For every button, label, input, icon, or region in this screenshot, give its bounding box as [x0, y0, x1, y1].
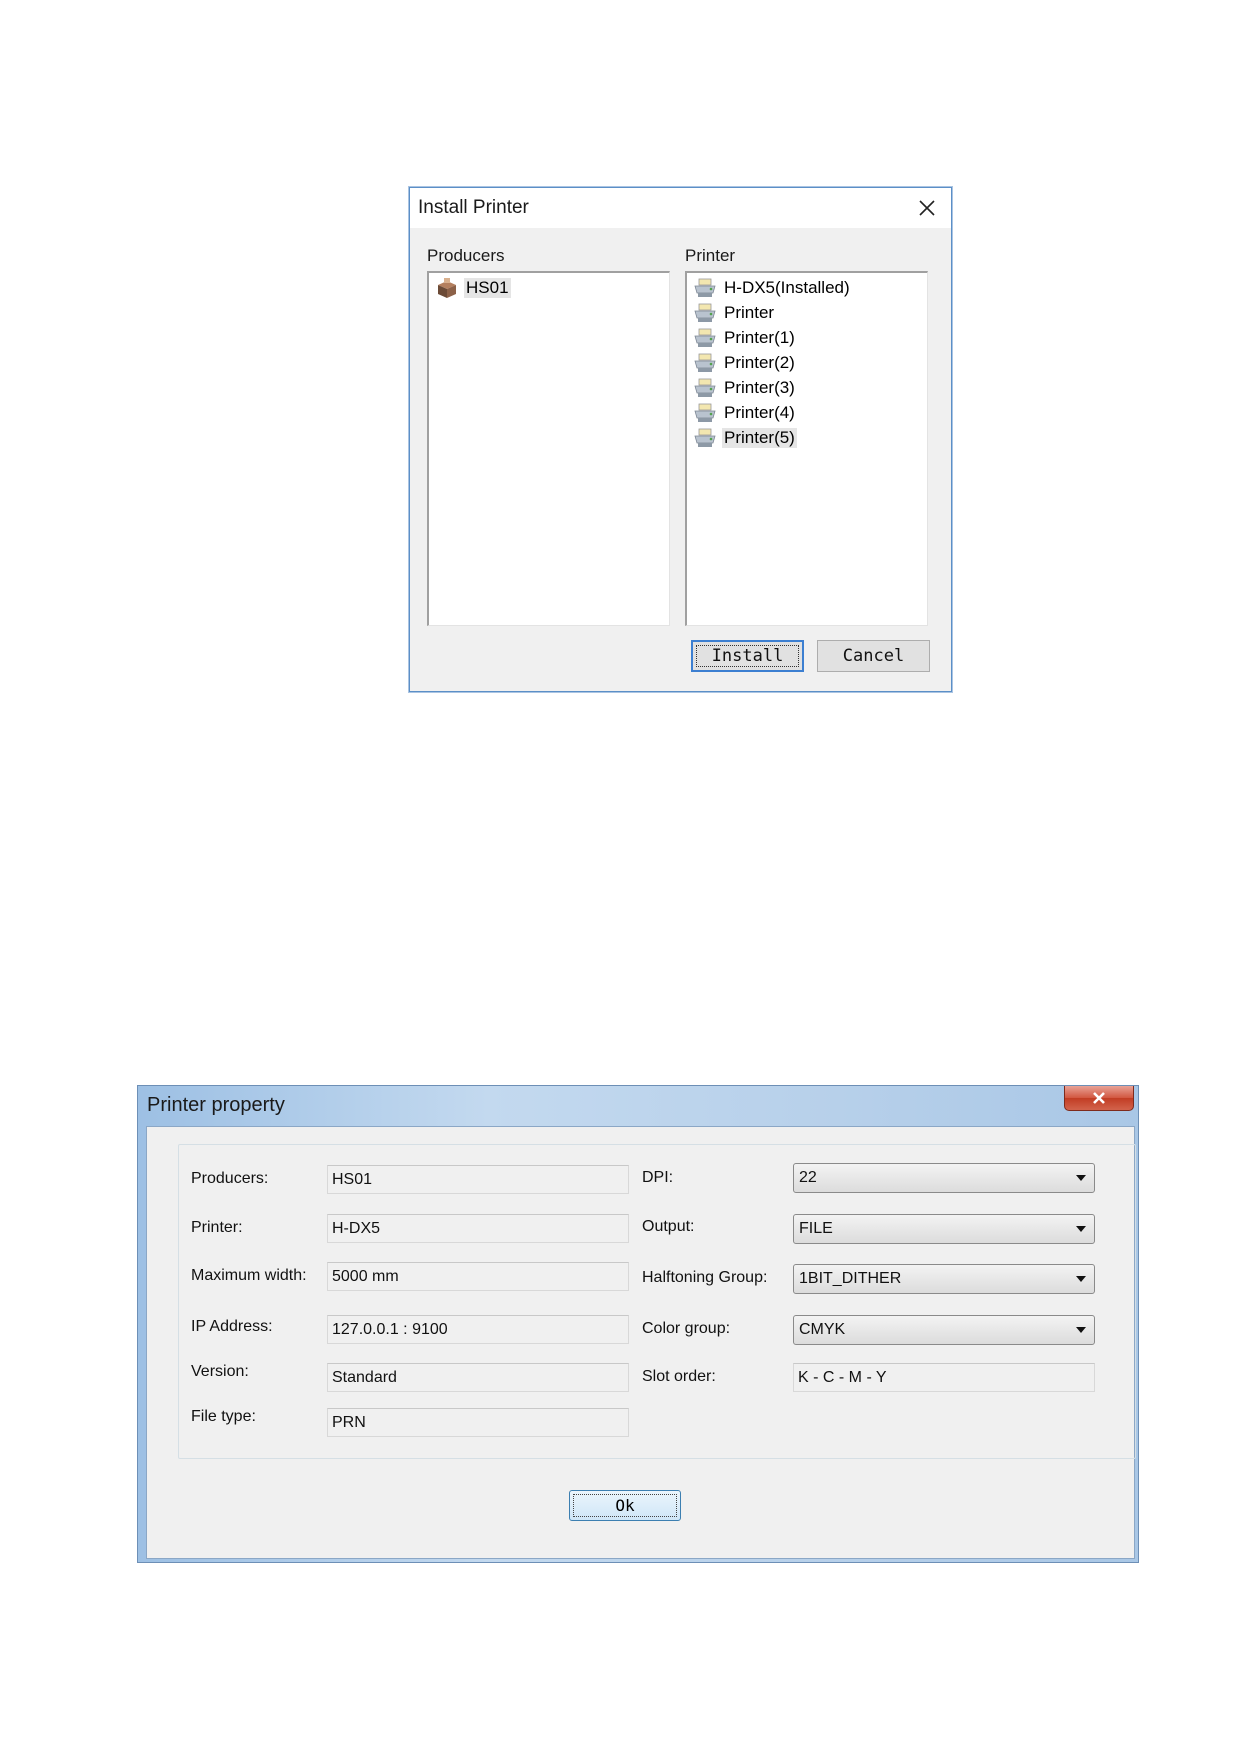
- list-item-printer-4[interactable]: Printer(4): [693, 401, 797, 425]
- maximum-width-label: Maximum width:: [191, 1267, 307, 1284]
- printer-label: Printer: [685, 246, 736, 265]
- list-item-h-dx5[interactable]: H-DX5(Installed): [693, 276, 852, 300]
- producers-field: HS01: [327, 1165, 629, 1194]
- printer-property-title: Printer property: [147, 1094, 285, 1116]
- halftoning-group-label: Halftoning Group:: [642, 1269, 768, 1286]
- producers-field-label: Producers:: [191, 1170, 269, 1187]
- version-field: Standard: [327, 1363, 629, 1392]
- close-icon[interactable]: [913, 194, 941, 222]
- printer-icon: [694, 428, 716, 447]
- halftoning-group-select-value: 1BIT_DITHER: [799, 1270, 902, 1287]
- printer-field-label: Printer:: [191, 1219, 243, 1236]
- ok-button[interactable]: Ok: [569, 1490, 681, 1521]
- printer-icon: [694, 353, 716, 372]
- maximum-width-field: 5000 mm: [327, 1262, 629, 1291]
- list-item-label: Printer(2): [724, 353, 795, 372]
- list-item-printer-3[interactable]: Printer(3): [693, 376, 797, 400]
- property-client-area: Producers: HS01 Printer: H-DX5 Maximum w…: [146, 1126, 1136, 1559]
- list-item-label: H-DX5(Installed): [724, 278, 850, 297]
- printer-field: H-DX5: [327, 1214, 629, 1243]
- install-printer-title: Install Printer: [418, 197, 529, 218]
- color-group-label: Color group:: [642, 1320, 731, 1337]
- dpi-select-value: 22: [799, 1169, 817, 1186]
- output-select-value: FILE: [799, 1220, 833, 1237]
- list-item-printer[interactable]: Printer: [693, 301, 776, 325]
- list-item-label: Printer(4): [724, 403, 795, 422]
- list-item-printer-5[interactable]: Printer(5): [693, 426, 797, 450]
- list-item-label: Printer(5): [722, 428, 797, 448]
- chevron-down-icon: [1076, 1276, 1086, 1282]
- producer-box-icon: [438, 278, 456, 298]
- printer-icon: [694, 328, 716, 347]
- list-item-printer-2[interactable]: Printer(2): [693, 351, 797, 375]
- version-label: Version:: [191, 1363, 249, 1380]
- output-label: Output:: [642, 1218, 695, 1235]
- producers-list[interactable]: HS01: [427, 271, 670, 626]
- printer-icon: [694, 303, 716, 322]
- printer-icon: [694, 278, 716, 297]
- property-group-box: Producers: HS01 Printer: H-DX5 Maximum w…: [178, 1144, 1136, 1459]
- list-item-label: HS01: [464, 278, 511, 298]
- producers-label: Producers: [427, 246, 505, 265]
- chevron-down-icon: [1076, 1175, 1086, 1181]
- ip-address-label: IP Address:: [191, 1318, 273, 1335]
- chevron-down-icon: [1076, 1226, 1086, 1232]
- printer-property-dialog: Printer property Producers: HS01 Printer…: [137, 1085, 1139, 1563]
- slot-order-field: K - C - M - Y: [793, 1363, 1095, 1392]
- dpi-select[interactable]: 22: [793, 1163, 1095, 1193]
- close-button[interactable]: [1064, 1086, 1134, 1111]
- list-item-label: Printer(3): [724, 378, 795, 397]
- file-type-label: File type:: [191, 1408, 256, 1425]
- halftoning-group-select[interactable]: 1BIT_DITHER: [793, 1264, 1095, 1294]
- color-group-select[interactable]: CMYK: [793, 1315, 1095, 1345]
- file-type-field: PRN: [327, 1408, 629, 1437]
- slot-order-label: Slot order:: [642, 1368, 716, 1385]
- cancel-button[interactable]: Cancel: [817, 640, 930, 672]
- chevron-down-icon: [1076, 1327, 1086, 1333]
- list-item-label: Printer: [724, 303, 775, 322]
- ip-address-field[interactable]: 127.0.0.1 : 9100: [327, 1315, 629, 1344]
- output-select[interactable]: FILE: [793, 1214, 1095, 1244]
- printer-icon: [694, 378, 716, 397]
- printer-list[interactable]: H-DX5(Installed) Printer Printer(1) Prin…: [685, 271, 928, 626]
- install-button[interactable]: Install: [691, 640, 804, 672]
- close-icon: [1093, 1092, 1105, 1104]
- list-item-hs01[interactable]: HS01: [435, 276, 511, 300]
- dpi-label: DPI:: [642, 1169, 674, 1186]
- printer-icon: [694, 403, 716, 422]
- install-printer-dialog: Install Printer Producers Printer HS01 H…: [409, 187, 952, 692]
- list-item-printer-1[interactable]: Printer(1): [693, 326, 797, 350]
- list-item-label: Printer(1): [724, 328, 795, 347]
- color-group-select-value: CMYK: [799, 1321, 846, 1338]
- install-printer-titlebar[interactable]: Install Printer: [410, 188, 951, 228]
